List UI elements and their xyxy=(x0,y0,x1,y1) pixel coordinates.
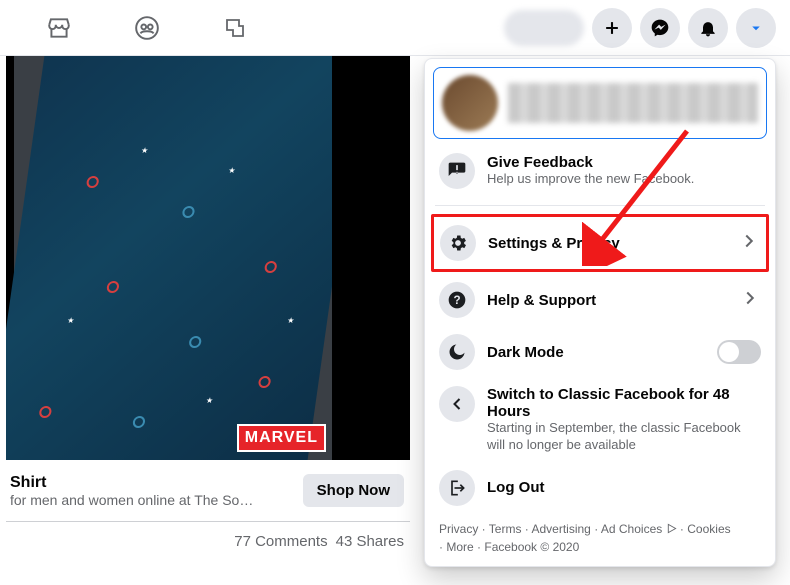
plus-icon xyxy=(602,18,622,38)
marvel-badge: MARVEL xyxy=(237,424,326,452)
dark-mode-title: Dark Mode xyxy=(487,344,705,361)
footer-more[interactable]: More xyxy=(446,540,473,554)
notifications-button[interactable] xyxy=(688,8,728,48)
messenger-button[interactable] xyxy=(640,8,680,48)
svg-text:?: ? xyxy=(453,294,460,307)
account-dropdown: Give Feedback Help us improve the new Fa… xyxy=(424,58,776,567)
logout-title: Log Out xyxy=(487,479,761,496)
dark-mode-item[interactable]: Dark Mode xyxy=(433,326,767,378)
adchoices-icon xyxy=(666,523,677,534)
gaming-tab[interactable] xyxy=(221,14,249,42)
gaming-icon xyxy=(223,16,247,40)
feed-post: ★ ★ ★ ★ ★ MARVEL Shirt for men and women… xyxy=(6,56,410,560)
footer-copyright: Facebook © 2020 xyxy=(484,540,579,554)
product-text: Shirt for men and women online at The So… xyxy=(10,474,253,508)
profile-chip[interactable] xyxy=(504,10,584,46)
back-arrow-icon xyxy=(439,386,475,422)
engagement-bar: 77 Comments 43 Shares xyxy=(6,522,410,560)
give-feedback-item[interactable]: Give Feedback Help us improve the new Fa… xyxy=(433,145,767,197)
moon-icon xyxy=(439,334,475,370)
marketplace-tab[interactable] xyxy=(45,14,73,42)
caret-down-icon xyxy=(747,19,765,37)
footer-terms[interactable]: Terms xyxy=(489,522,522,536)
classic-subtitle: Starting in September, the classic Faceb… xyxy=(487,420,761,454)
dark-mode-toggle[interactable] xyxy=(717,340,761,364)
profile-row[interactable] xyxy=(433,67,767,139)
logout-item[interactable]: Log Out xyxy=(433,462,767,514)
product-info-bar: Shirt for men and women online at The So… xyxy=(6,460,410,522)
chevron-right-icon xyxy=(738,230,760,257)
top-nav-bar xyxy=(0,0,790,56)
footer-adchoices[interactable]: Ad Choices xyxy=(601,522,662,536)
bell-icon xyxy=(698,18,718,38)
footer-cookies[interactable]: Cookies xyxy=(687,522,730,536)
messenger-icon xyxy=(650,18,670,38)
avatar xyxy=(442,75,498,131)
help-support-item[interactable]: ? Help & Support xyxy=(433,274,767,326)
footer-advertising[interactable]: Advertising xyxy=(531,522,590,536)
account-menu-button[interactable] xyxy=(736,8,776,48)
footer-links: Privacy · Terms · Advertising · Ad Choic… xyxy=(433,514,767,558)
divider xyxy=(435,205,765,206)
settings-highlight-annotation: Settings & Privacy xyxy=(431,214,769,272)
settings-title: Settings & Privacy xyxy=(488,235,726,252)
shares-count[interactable]: 43 Shares xyxy=(336,533,404,550)
feedback-title: Give Feedback xyxy=(487,154,761,171)
groups-icon xyxy=(134,15,160,41)
gear-icon xyxy=(440,225,476,261)
groups-tab[interactable] xyxy=(133,14,161,42)
chevron-right-icon xyxy=(739,287,761,314)
classic-title: Switch to Classic Facebook for 48 Hours xyxy=(487,386,761,420)
nav-right xyxy=(504,8,776,48)
help-icon: ? xyxy=(439,282,475,318)
shop-now-button[interactable]: Shop Now xyxy=(303,474,404,507)
product-image[interactable]: ★ ★ ★ ★ ★ MARVEL xyxy=(6,56,410,460)
create-button[interactable] xyxy=(592,8,632,48)
logout-icon xyxy=(439,470,475,506)
nav-center xyxy=(45,14,249,42)
comments-count[interactable]: 77 Comments xyxy=(234,533,327,550)
switch-classic-item[interactable]: Switch to Classic Facebook for 48 Hours … xyxy=(433,378,767,462)
feedback-subtitle: Help us improve the new Facebook. xyxy=(487,171,761,188)
settings-privacy-item[interactable]: Settings & Privacy xyxy=(434,217,766,269)
profile-name-redacted xyxy=(508,83,758,123)
feedback-icon xyxy=(439,153,475,189)
image-letterbox-right xyxy=(332,56,410,460)
product-subtitle: for men and women online at The So… xyxy=(10,492,253,508)
product-title: Shirt xyxy=(10,474,253,492)
shirt-graphic: ★ ★ ★ ★ ★ xyxy=(6,56,364,460)
footer-privacy[interactable]: Privacy xyxy=(439,522,478,536)
help-title: Help & Support xyxy=(487,292,727,309)
marketplace-icon xyxy=(46,15,72,41)
